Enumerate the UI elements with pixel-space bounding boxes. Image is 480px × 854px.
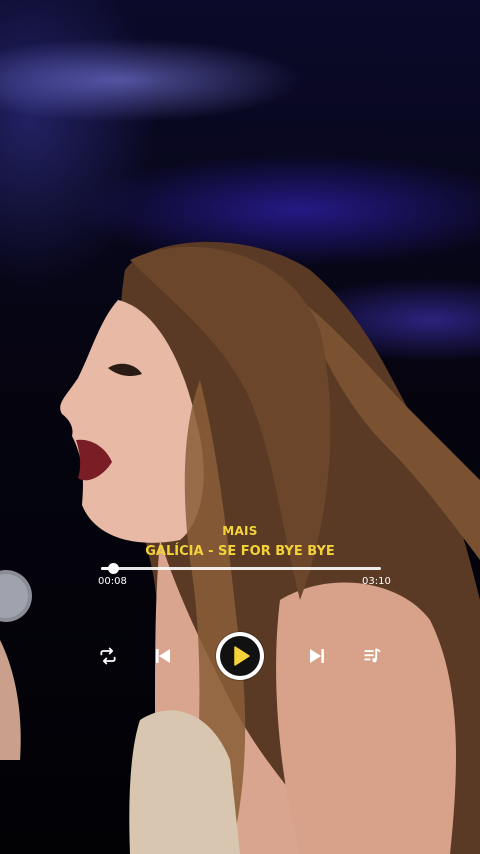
- playlist-button[interactable]: [360, 644, 384, 668]
- total-duration: 03:10: [362, 576, 391, 587]
- queue-music-icon: [364, 648, 381, 663]
- skip-next-icon: [310, 649, 324, 663]
- play-icon: [234, 646, 250, 666]
- track-title: GALÍCIA - SE FOR BYE BYE: [145, 544, 335, 559]
- play-button[interactable]: [216, 632, 264, 680]
- artist-name: MAIS: [222, 524, 258, 538]
- progress-thumb[interactable]: [107, 563, 119, 574]
- skip-previous-icon: [156, 649, 170, 663]
- progress-bar[interactable]: [101, 563, 381, 574]
- singer-video-frame: [0, 241, 480, 854]
- elapsed-time: 00:08: [98, 576, 127, 587]
- repeat-icon: [100, 647, 116, 665]
- repeat-button[interactable]: [96, 644, 120, 668]
- play-button-ring: [220, 636, 260, 676]
- next-button[interactable]: [305, 644, 329, 668]
- previous-button[interactable]: [151, 644, 175, 668]
